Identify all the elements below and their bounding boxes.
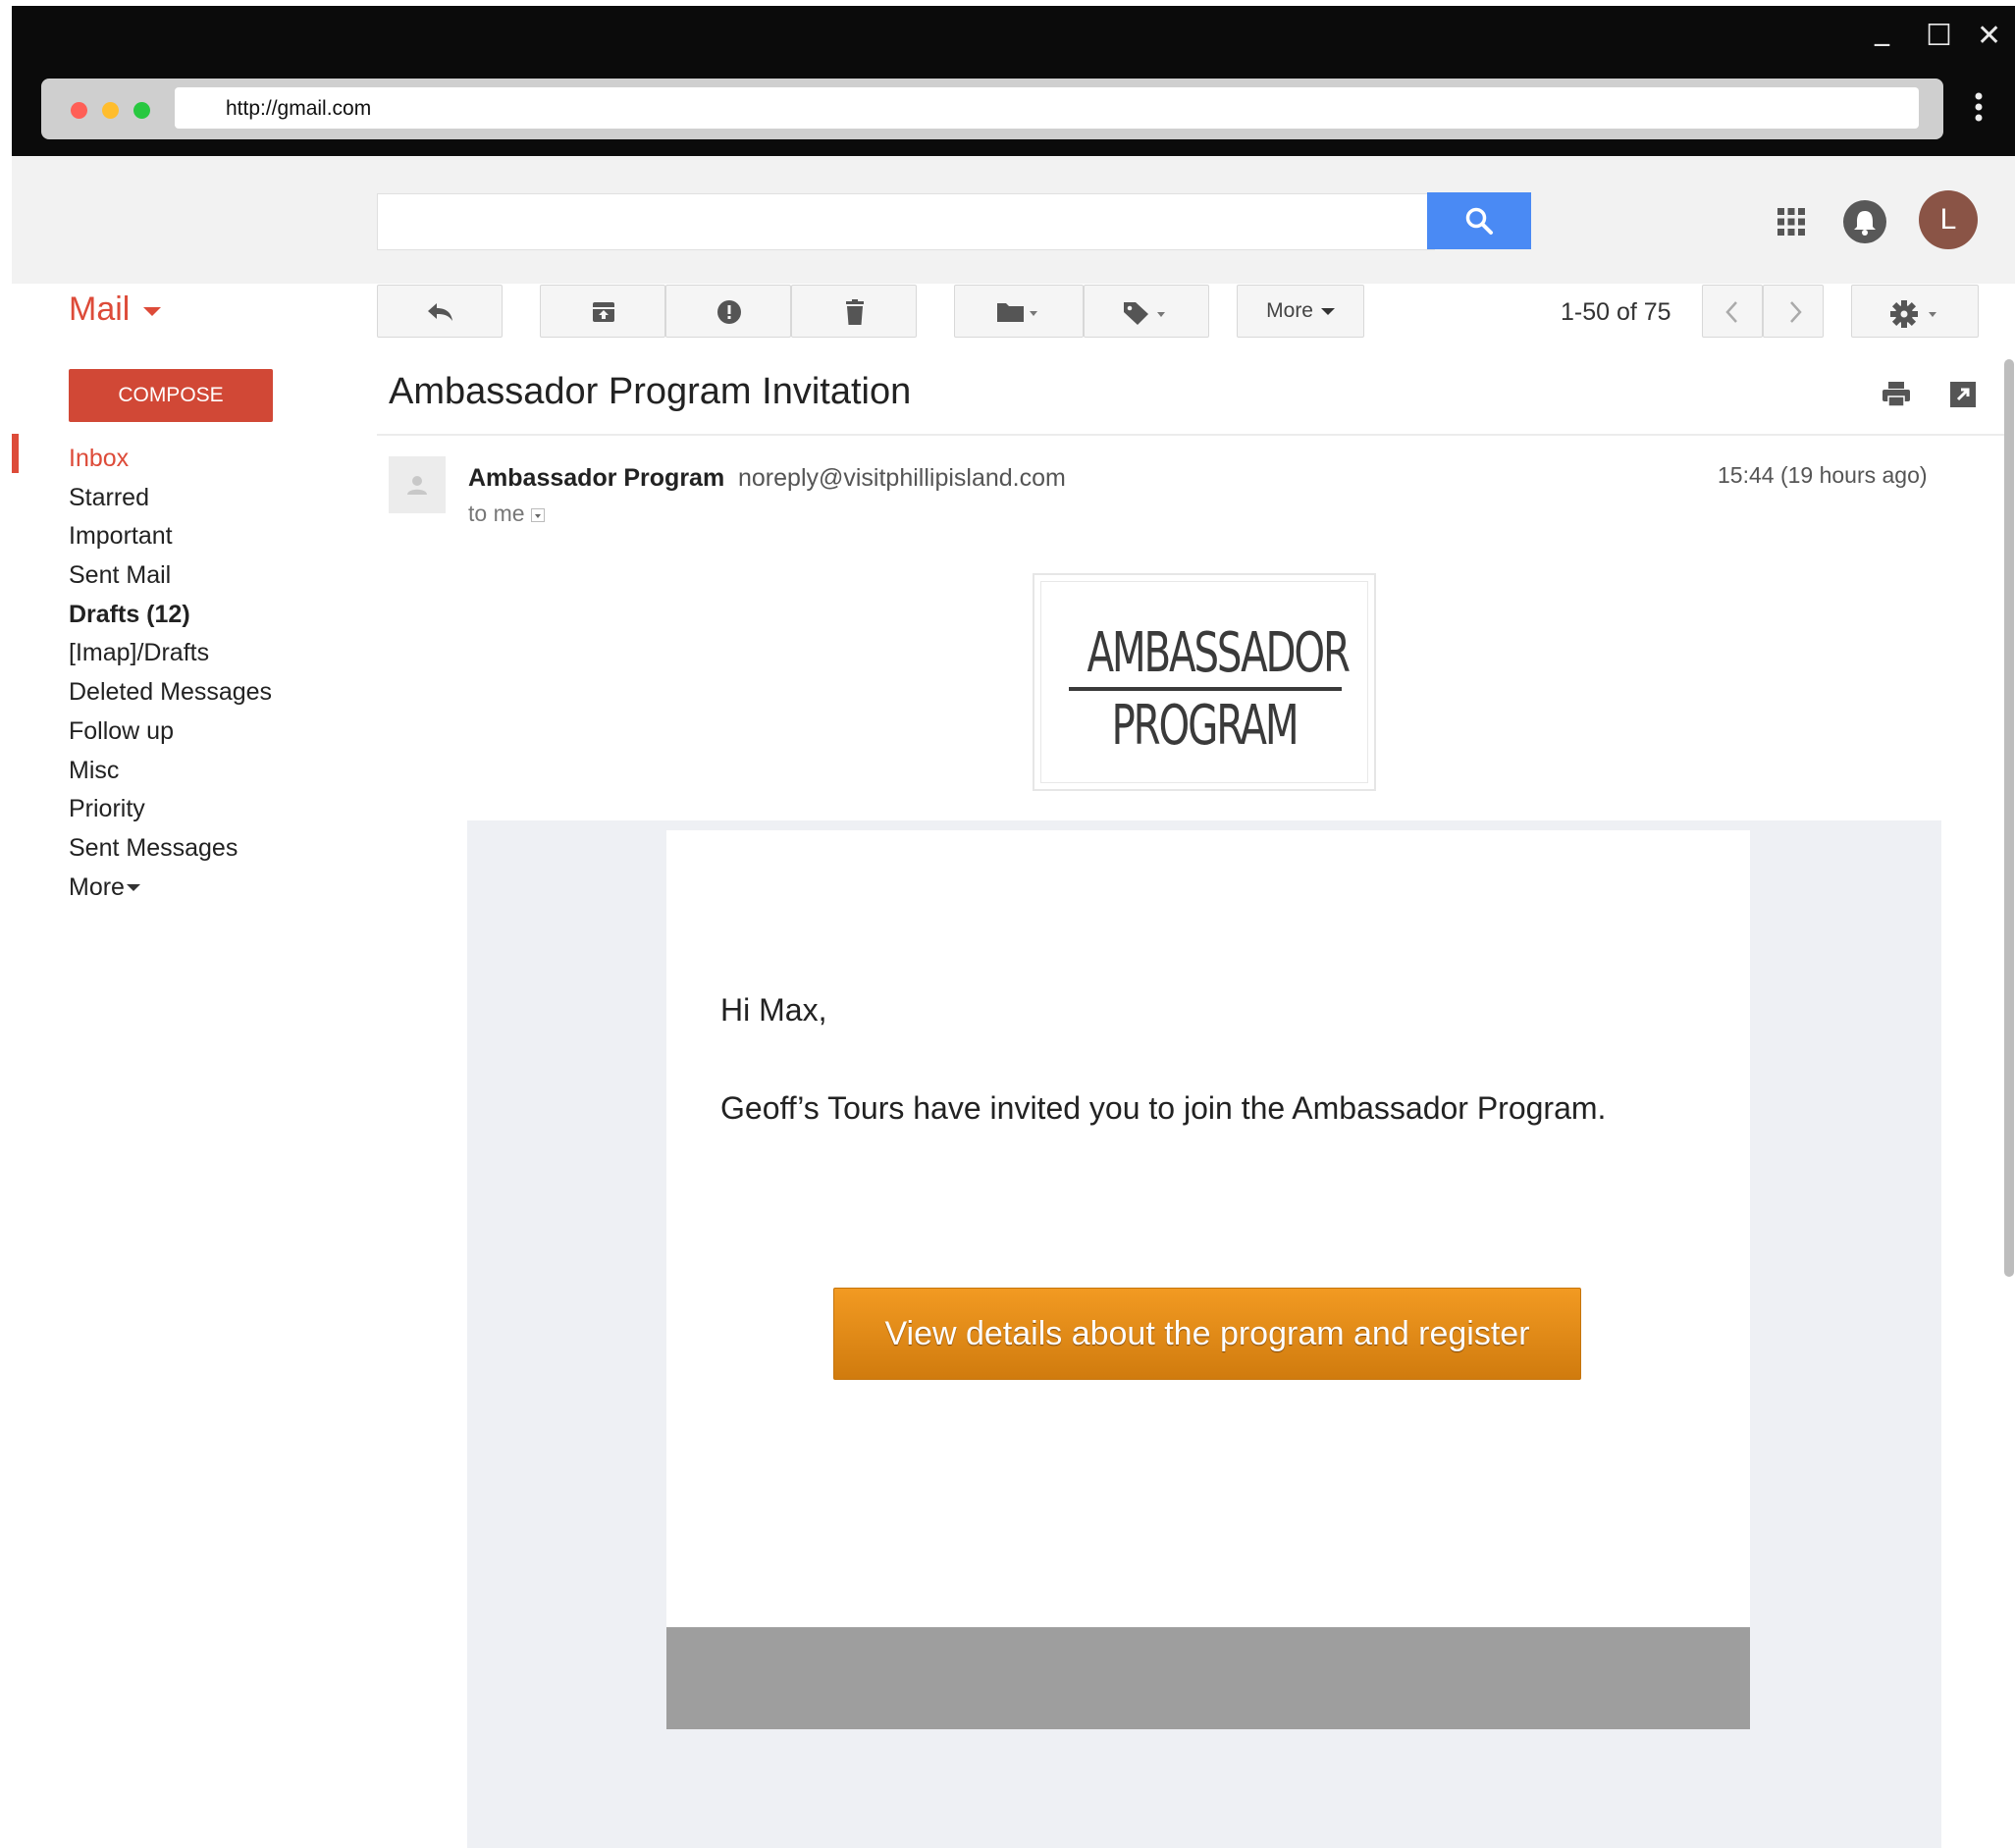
sender-name: Ambassador Program [468,464,725,492]
sidebar-item-follow-up[interactable]: Follow up [69,713,272,752]
view-details-register-button[interactable]: View details about the program and regis… [833,1288,1581,1380]
gmail-header: L [12,156,2015,284]
label-icon [1124,302,1165,325]
sidebar-more-label: More [69,872,125,901]
maximize-icon[interactable]: ☐ [1926,22,1952,51]
sidebar-item-priority[interactable]: Priority [69,790,272,829]
sender-avatar [389,456,446,513]
traffic-light-close[interactable] [71,102,87,119]
delete-button[interactable] [791,285,917,338]
pagination-count: 1-50 of 75 [1561,298,1671,326]
compose-button[interactable]: COMPOSE [69,369,273,422]
active-folder-indicator [12,434,19,473]
ambassador-program-logo: AMBASSADOR PROGRAM [1033,573,1376,791]
logo-text-line1: AMBASSADOR [1087,621,1350,685]
search-button[interactable] [1427,192,1531,249]
chevron-down-icon [1320,307,1335,315]
sidebar-item-drafts[interactable]: Drafts (12) [69,596,272,635]
chevron-left-icon [1725,301,1737,323]
sender-email: noreply@visitphillipisland.com [738,464,1066,492]
message-subject: Ambassador Program Invitation [389,371,912,412]
browser-window: _ ☐ ✕ http://gmail.com L Mail More 1-50 … [12,6,2015,1848]
older-button[interactable] [1763,285,1824,338]
sidebar-item-deleted-messages[interactable]: Deleted Messages [69,673,272,713]
folder-icon [997,303,1037,322]
logo-inner-border: AMBASSADOR PROGRAM [1040,581,1368,783]
bell-icon[interactable] [1843,200,1886,243]
logo-divider [1069,687,1342,691]
delete-icon [846,299,864,325]
header-divider [377,434,2008,436]
move-to-button[interactable] [954,285,1084,338]
archive-button[interactable] [540,285,665,338]
chevron-down-icon [126,884,140,892]
sidebar-item-sent-messages[interactable]: Sent Messages [69,829,272,869]
sidebar-item-starred[interactable]: Starred [69,479,272,518]
apps-icon[interactable] [1776,207,1806,237]
sidebar-item-imap-drafts[interactable]: [Imap]/Drafts [69,634,272,673]
avatar[interactable]: L [1919,190,1978,249]
browser-titlebar: _ ☐ ✕ http://gmail.com [12,6,2015,156]
email-invitation-text: Geoff’s Tours have invited you to join t… [720,1090,1607,1126]
sidebar-item-more[interactable]: More [69,869,272,908]
reply-icon [428,303,452,321]
minimize-icon[interactable]: _ [1875,16,1889,45]
chevron-down-icon [143,306,162,316]
report-spam-button[interactable] [665,285,791,338]
close-icon[interactable]: ✕ [1977,22,2001,51]
chevron-right-icon [1790,301,1802,323]
details-dropdown-icon[interactable] [530,507,545,522]
logo-text-line2: PROGRAM [1111,694,1299,758]
search-icon [1465,207,1493,235]
report-spam-icon [717,300,741,324]
traffic-light-zoom[interactable] [133,102,150,119]
newer-button[interactable] [1702,285,1763,338]
recipient-line[interactable]: to me [468,501,545,527]
search-input[interactable] [377,193,1435,250]
browser-toolbar: http://gmail.com [41,79,1943,139]
mail-label: Mail [69,290,131,328]
folder-list: Inbox Starred Important Sent Mail Drafts… [69,440,272,907]
email-footer-bar [666,1627,1750,1729]
print-icon[interactable] [1882,381,1911,408]
person-icon [407,476,427,495]
archive-icon [593,302,614,322]
url-text: http://gmail.com [226,97,372,120]
more-actions-button[interactable]: More [1237,285,1364,338]
email-content-card: Hi Max, Geoff’s Tours have invited you t… [666,830,1750,1627]
recipient-label: to me [468,501,525,526]
gear-icon [1890,300,1936,328]
reply-button[interactable] [377,285,503,338]
mail-menu[interactable]: Mail [69,290,162,329]
settings-button[interactable] [1851,285,1979,338]
more-actions-label: More [1266,299,1313,322]
new-window-icon[interactable] [1949,381,1977,408]
sidebar-item-misc[interactable]: Misc [69,752,272,791]
address-bar[interactable]: http://gmail.com [175,87,1919,129]
sidebar-item-inbox[interactable]: Inbox [69,440,272,479]
labels-button[interactable] [1084,285,1209,338]
scrollbar[interactable] [2004,359,2014,1277]
traffic-light-minimize[interactable] [102,102,119,119]
message-timestamp: 15:44 (19 hours ago) [1718,462,1928,488]
sidebar-item-important[interactable]: Important [69,517,272,556]
browser-menu-icon[interactable] [1975,92,1983,122]
sidebar-item-sent-mail[interactable]: Sent Mail [69,556,272,596]
email-greeting: Hi Max, [720,992,827,1028]
